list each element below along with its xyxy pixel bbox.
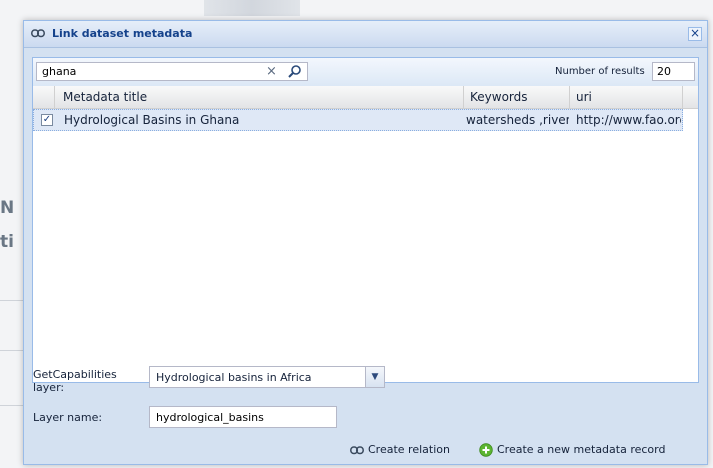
metadata-grid-panel: × Number of results Metadata title Keywo… <box>32 57 699 383</box>
cell-title: Hydrological Basins in Ghana <box>64 113 240 127</box>
checkbox-icon: ✓ <box>42 114 52 125</box>
row-checkbox[interactable]: ✓ <box>41 114 53 126</box>
background-image <box>204 0 300 16</box>
background-divider <box>0 300 23 301</box>
link-icon <box>350 445 364 454</box>
create-relation-button[interactable]: Create relation <box>350 441 450 459</box>
background-divider <box>0 405 23 406</box>
grid-header: Metadata title Keywords uri <box>33 86 698 109</box>
link-metadata-dialog: Link dataset metadata × × Number of resu… <box>23 20 708 465</box>
cell-keywords: watersheds ,rivers <box>466 113 569 127</box>
column-header-keywords[interactable]: Keywords <box>464 86 570 108</box>
dialog-title: Link dataset metadata <box>52 27 193 40</box>
background-text-fragment: ti <box>0 232 14 252</box>
capabilities-layer-value: Hydrological basins in Africa <box>156 371 312 384</box>
column-header-uri[interactable]: uri <box>570 86 683 108</box>
cell-uri: http://www.fao.org <box>576 113 681 127</box>
add-icon <box>479 443 493 457</box>
grid-toolbar: × Number of results <box>33 58 698 87</box>
link-icon <box>31 29 45 38</box>
background-divider <box>0 350 23 351</box>
background-text-fragment: N <box>0 198 15 218</box>
layer-name-label: Layer name: <box>33 411 103 424</box>
dialog-titlebar[interactable]: Link dataset metadata × <box>24 21 707 48</box>
column-header-title[interactable]: Metadata title <box>55 86 464 108</box>
create-relation-label: Create relation <box>368 443 450 456</box>
search-field: × <box>36 62 308 81</box>
capabilities-layer-label: GetCapabilities layer: <box>33 368 117 394</box>
number-of-results-input[interactable] <box>652 62 695 81</box>
search-input[interactable] <box>37 63 267 80</box>
close-icon: × <box>689 26 701 40</box>
create-metadata-record-label: Create a new metadata record <box>497 443 666 456</box>
capabilities-layer-select[interactable]: Hydrological basins in Africa ▼ <box>149 366 385 388</box>
create-metadata-record-button[interactable]: Create a new metadata record <box>479 441 665 459</box>
clear-icon[interactable]: × <box>266 64 277 79</box>
number-of-results-label: Number of results <box>555 66 645 77</box>
search-icon[interactable] <box>287 64 303 79</box>
table-row[interactable]: ✓ Hydrological Basins in Ghana watershed… <box>33 109 683 131</box>
chevron-down-icon[interactable]: ▼ <box>365 367 384 387</box>
checkbox-column-header <box>33 86 55 108</box>
close-button[interactable]: × <box>688 27 702 41</box>
layer-name-input[interactable] <box>149 406 337 428</box>
